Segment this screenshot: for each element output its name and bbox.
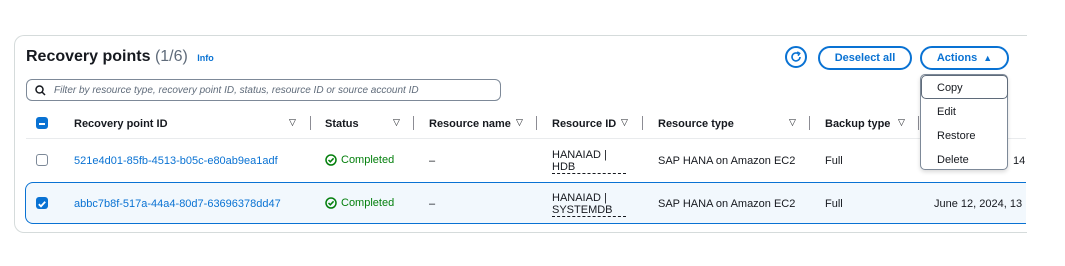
header-divider <box>26 138 1026 139</box>
sort-icon[interactable]: ▽ <box>289 117 296 128</box>
search-field[interactable] <box>26 79 501 101</box>
search-icon <box>35 84 46 96</box>
resource-id[interactable]: HANAIAD | HDB <box>552 149 626 174</box>
selection-count: (1/6) <box>154 48 188 65</box>
column-header-recovery-point-id[interactable]: Recovery point ID <box>74 112 168 136</box>
menu-item-restore[interactable]: Restore <box>937 130 976 142</box>
column-header-status[interactable]: Status <box>325 112 359 136</box>
status-text: Completed <box>341 197 395 209</box>
row-checkbox[interactable] <box>36 197 48 209</box>
row-checkbox[interactable] <box>36 154 48 166</box>
column-header-resource-id[interactable]: Resource ID <box>552 112 616 136</box>
menu-item-edit[interactable]: Edit <box>937 106 956 118</box>
resource-type: SAP HANA on Amazon EC2 <box>658 155 796 167</box>
column-header-backup-type[interactable]: Backup type <box>825 112 890 136</box>
sort-icon[interactable]: ▽ <box>621 117 628 128</box>
creation-date: June 12, 2024, 13 <box>934 198 1023 210</box>
creation-date: 14 <box>1013 155 1026 167</box>
sort-icon[interactable]: ▽ <box>898 117 905 128</box>
column-header-resource-name[interactable]: Resource name <box>429 112 511 136</box>
panel-title: Recovery points (1/6) Info <box>26 48 214 66</box>
resource-name: – <box>429 198 436 210</box>
deselect-all-button[interactable]: Deselect all <box>818 46 912 70</box>
status-completed: Completed <box>325 197 394 209</box>
backup-type: Full <box>825 198 843 210</box>
resource-id[interactable]: HANAIAD | SYSTEMDB <box>552 192 626 217</box>
refresh-button[interactable] <box>785 46 807 68</box>
check-circle-icon <box>325 154 337 166</box>
refresh-icon <box>791 51 801 62</box>
select-all-checkbox[interactable] <box>36 117 48 129</box>
status-text: Completed <box>341 154 395 166</box>
recovery-point-id-link[interactable]: abbc7b8f-517a-44a4-80d7-63696378dd47 <box>74 198 281 210</box>
column-divider[interactable] <box>536 116 537 130</box>
resource-name: – <box>429 155 436 167</box>
menu-item-delete[interactable]: Delete <box>937 154 969 166</box>
caret-up-icon: ▲ <box>983 53 993 63</box>
backup-type: Full <box>825 155 843 167</box>
column-divider[interactable] <box>413 116 414 130</box>
search-input[interactable] <box>52 83 486 97</box>
column-header-resource-type[interactable]: Resource type <box>658 112 734 136</box>
info-link[interactable]: Info <box>197 53 214 63</box>
column-divider[interactable] <box>310 116 311 130</box>
indeterminate-icon <box>39 123 45 125</box>
status-completed: Completed <box>325 154 394 166</box>
title-text: Recovery points <box>26 48 151 65</box>
sort-icon[interactable]: ▽ <box>516 117 523 128</box>
resource-id-line: HANAIAD | <box>552 149 607 161</box>
resource-id-line: HANAIAD | <box>552 192 607 204</box>
actions-label: Actions <box>936 52 978 64</box>
sort-icon[interactable]: ▽ <box>393 117 400 128</box>
recovery-point-id-link[interactable]: 521e4d01-85fb-4513-b05c-e80ab9ea1adf <box>74 155 278 167</box>
resource-id-line: HDB <box>552 161 626 174</box>
deselect-all-label: Deselect all <box>834 52 896 64</box>
resource-id-line: SYSTEMDB <box>552 204 626 217</box>
resource-type: SAP HANA on Amazon EC2 <box>658 198 796 210</box>
check-circle-icon <box>325 197 337 209</box>
menu-focus-ring <box>921 75 1008 99</box>
checkmark-icon <box>38 201 46 208</box>
column-divider[interactable] <box>642 116 643 130</box>
column-divider[interactable] <box>809 116 810 130</box>
sort-icon[interactable]: ▽ <box>789 117 796 128</box>
column-divider[interactable] <box>918 116 919 130</box>
actions-button[interactable]: Actions ▲ <box>920 46 1009 70</box>
